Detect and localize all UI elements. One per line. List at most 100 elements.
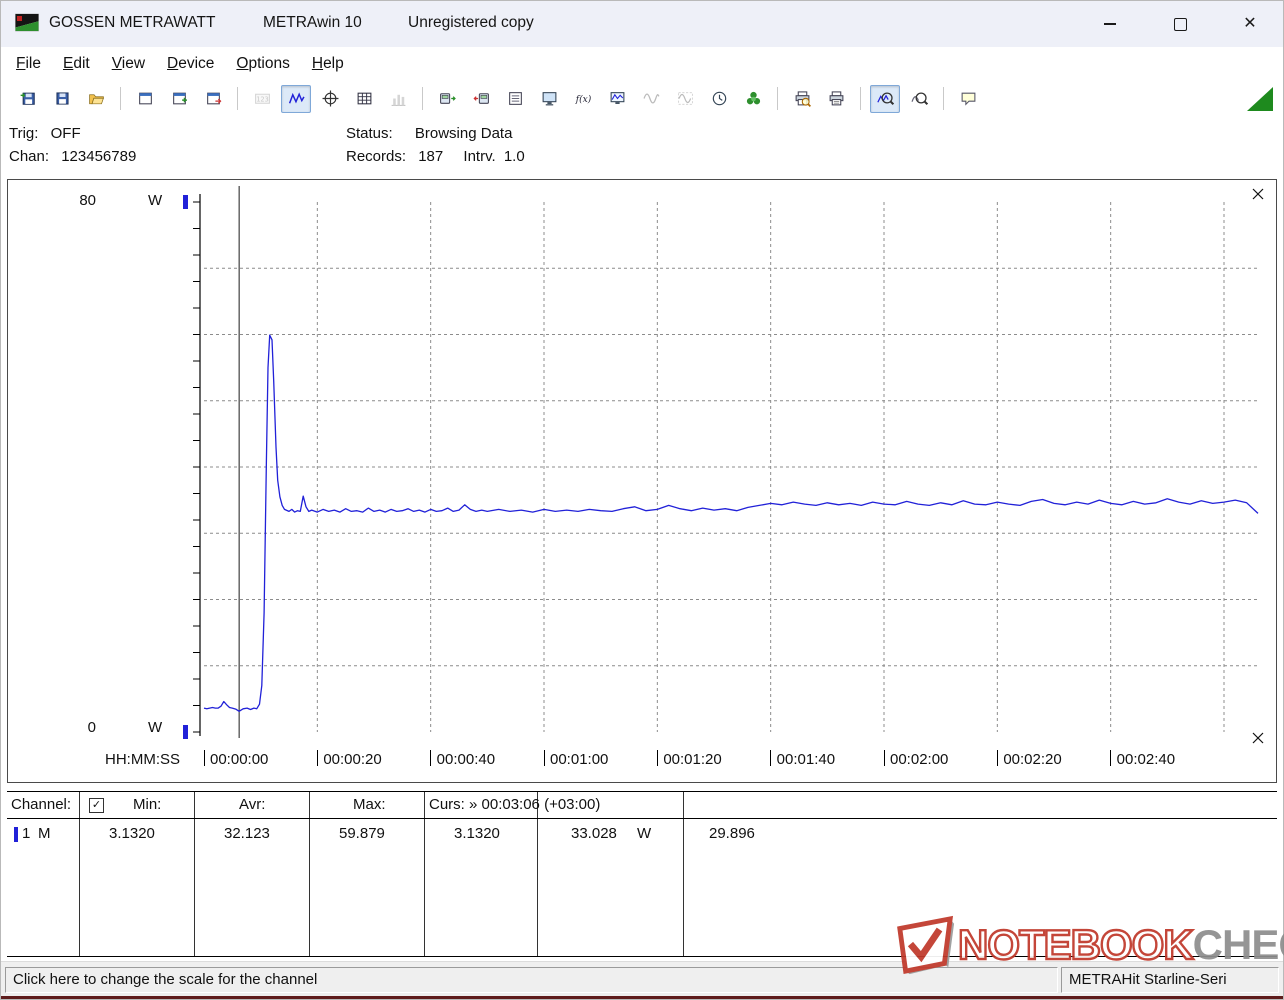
open-file-button[interactable] <box>13 85 43 113</box>
device-connect-button[interactable] <box>432 85 462 113</box>
live-graph-button[interactable] <box>602 85 632 113</box>
channel-visible-checkbox[interactable]: ✓ <box>89 798 104 813</box>
records-label: Records: <box>346 148 407 165</box>
device-settings-button[interactable] <box>738 85 768 113</box>
menu-edit[interactable]: Edit <box>52 49 101 79</box>
export-window-button[interactable] <box>198 85 228 113</box>
x-tick-label: 00:01:40 <box>776 751 836 768</box>
titlebar: GOSSEN METRAWATT METRAwin 10 Unregistere… <box>1 1 1283 47</box>
x-axis: HH:MM:SS 00:00:00 00:00:20 00:00:40 00:01:0… <box>8 748 1276 776</box>
chart-panel[interactable]: 80 W 0 W HH:MM:SS 00:00:00 00:00:20 00:00:… <box>7 179 1277 783</box>
numeric-display-button[interactable]: 123 <box>247 85 277 113</box>
toolbar-separator <box>237 87 238 110</box>
column-divider <box>79 792 80 956</box>
x-axis-format-label: HH:MM:SS <box>105 751 180 768</box>
x-tick-label: 00:00:00 <box>210 751 269 768</box>
svg-text:f(x): f(x) <box>575 94 592 105</box>
trig-value: OFF <box>50 125 81 142</box>
zoom-time-button[interactable] <box>870 84 900 113</box>
zoomcurve-icon <box>910 90 928 107</box>
app-icon <box>15 13 41 33</box>
app-window: GOSSEN METRAWATT METRAwin 10 Unregistere… <box>0 0 1284 1000</box>
wave-icon <box>288 90 305 107</box>
floppy-in-icon <box>20 90 37 107</box>
menu-device[interactable]: Device <box>156 49 225 79</box>
devread-icon <box>439 90 456 107</box>
monitorwave-icon <box>609 90 626 107</box>
sine-icon <box>642 90 660 107</box>
new-report-button[interactable] <box>164 85 194 113</box>
smooth-curve-button[interactable] <box>636 85 666 113</box>
row-channel-number[interactable]: 1 <box>22 825 30 842</box>
header-cursor: Curs: » 00:03:06 (+03:00) <box>429 796 601 813</box>
intrv-value: 1.0 <box>503 148 525 165</box>
y-axis-unit-bottom: W <box>148 719 163 736</box>
xy-chart-button[interactable] <box>315 85 345 113</box>
docwin-arrow-icon <box>205 90 222 107</box>
menu-options[interactable]: Options <box>225 49 300 79</box>
docwin-plus-icon <box>171 90 188 107</box>
yt-chart-button[interactable] <box>281 84 311 113</box>
status-bar: Click here to change the scale for the c… <box>1 961 1283 999</box>
x-axis-tick <box>883 750 885 766</box>
printpreview-icon <box>794 90 811 107</box>
row-cursor2-value: 33.028 <box>571 825 617 842</box>
toolbar: 123 f(x) <box>1 80 1283 118</box>
tablegrid-icon <box>356 90 373 107</box>
browse-files-button[interactable] <box>81 85 111 113</box>
toolbar-resize-grip[interactable] <box>1247 87 1273 111</box>
x-axis-tick <box>543 750 545 766</box>
zoom-amplitude-button[interactable] <box>904 85 934 113</box>
status-value: Browsing Data <box>414 125 513 142</box>
curve-grid-button[interactable] <box>670 85 700 113</box>
column-divider <box>194 792 195 956</box>
print-button[interactable] <box>821 85 851 113</box>
x-axis-tick <box>203 750 205 766</box>
menu-help[interactable]: Help <box>301 49 355 79</box>
power-series-line <box>203 334 1259 712</box>
power-trend-chart[interactable] <box>8 180 1276 746</box>
values-window-button[interactable] <box>130 85 160 113</box>
header-min: Min: <box>133 796 162 813</box>
minimize-button[interactable] <box>1081 1 1139 47</box>
toolbar-separator <box>422 87 423 110</box>
annotation-button[interactable] <box>953 85 983 113</box>
print-preview-button[interactable] <box>787 85 817 113</box>
device-send-button[interactable] <box>466 85 496 113</box>
memory-read-button[interactable] <box>500 85 530 113</box>
formula-button[interactable]: f(x) <box>568 85 598 113</box>
device-name: METRAHit Starline-Seri <box>1061 967 1279 993</box>
menu-file[interactable]: File <box>5 49 52 79</box>
close-button[interactable]: ✕ <box>1221 1 1279 47</box>
x-axis-tick <box>770 750 772 766</box>
folder-open-icon <box>88 90 105 107</box>
menu-view[interactable]: View <box>101 49 156 79</box>
x-axis-tick <box>430 750 432 766</box>
channel-color-marker <box>14 827 18 842</box>
maximize-button[interactable] <box>1151 1 1209 47</box>
x-tick-label: 00:00:40 <box>436 751 496 768</box>
x-tick-label: 00:02:20 <box>1003 751 1062 768</box>
y-axis-channel-marker <box>183 195 188 209</box>
toolbar-separator <box>120 87 121 110</box>
x-tick-label: 00:02:00 <box>890 751 949 768</box>
row-delta-value: 29.896 <box>709 825 755 842</box>
row-avr-value: 32.123 <box>224 825 270 842</box>
table-view-button[interactable] <box>349 85 379 113</box>
column-divider <box>424 792 425 956</box>
scale-hint[interactable]: Click here to change the scale for the c… <box>5 967 1058 993</box>
printer-icon <box>828 90 845 107</box>
interval-timer-button[interactable] <box>704 85 734 113</box>
x-tick-label: 00:00:20 <box>323 751 382 768</box>
toolbar-separator <box>860 87 861 110</box>
bars-icon <box>390 90 407 107</box>
titlebar-license: Unregistered copy <box>408 14 534 31</box>
save-file-button[interactable] <box>47 85 77 113</box>
y-axis-channel-marker <box>183 725 188 739</box>
row-unit: W <box>637 825 652 842</box>
histogram-view-button[interactable] <box>383 85 413 113</box>
online-monitor-button[interactable] <box>534 85 564 113</box>
column-divider <box>309 792 310 956</box>
window-bottom-edge <box>1 996 1283 999</box>
header-max: Max: <box>353 796 386 813</box>
